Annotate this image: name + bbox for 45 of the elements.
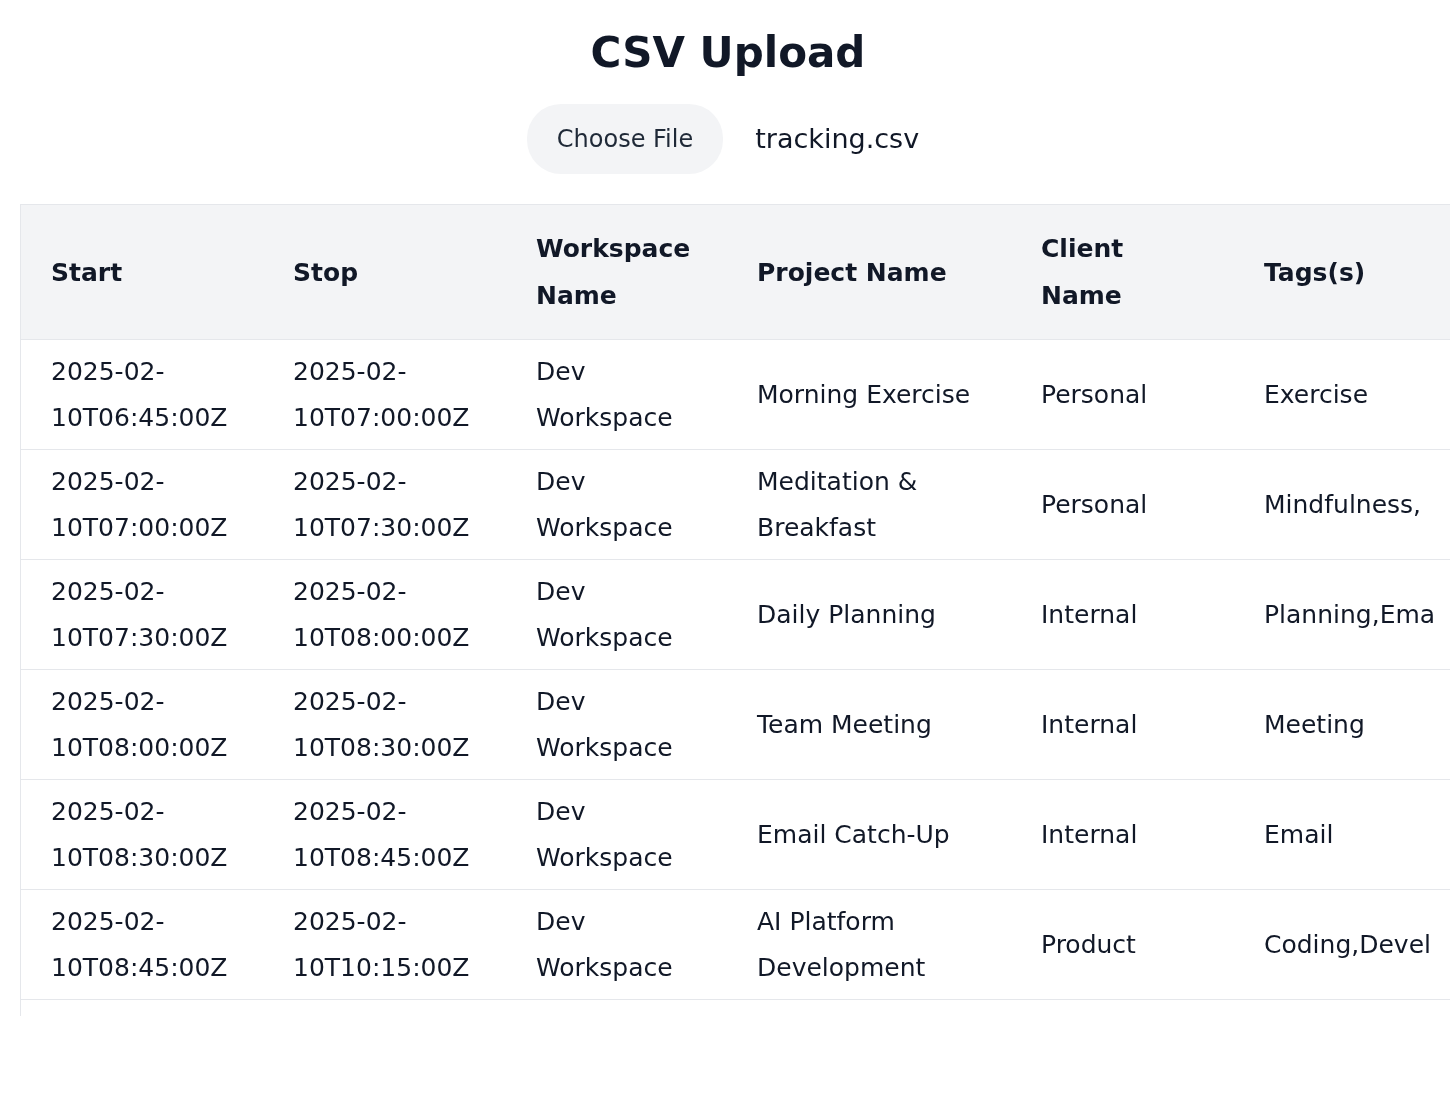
table-cell: Dev Workspace [536, 466, 673, 542]
table-cell: Personal [1041, 489, 1148, 519]
table-cell: AI Platform Development [757, 906, 926, 982]
table-cell: Planning,Ema [1264, 599, 1436, 629]
table-cell: 2025-02-10T08:30:00Z [293, 686, 470, 762]
table-cell: 2025-02-10T07:00:00Z [293, 356, 470, 432]
table-cell: 2025-02-10T07:00:00Z [51, 466, 228, 542]
table-cell: Product [1041, 929, 1136, 959]
table-cell: 2025-02-10T07:30:00Z [293, 466, 470, 542]
file-name: tracking.csv [755, 122, 920, 157]
table-cell: Personal [1041, 379, 1148, 409]
table-cell: 2025-02-10T06:45:00Z [51, 356, 228, 432]
table-cell: Internal [1041, 599, 1138, 629]
column-header: Workspace Name [536, 234, 691, 311]
column-header: Stop [293, 257, 359, 287]
table-cell: Daily Planning [757, 599, 936, 629]
table-cell: Meditation & Breakfast [757, 466, 918, 542]
table-cell: Team Meeting [757, 709, 932, 739]
column-header: Tags(s) [1264, 257, 1366, 287]
table-cell: Exercise [1264, 379, 1369, 409]
table-cell: Dev Workspace [536, 796, 673, 872]
table-cell: Meeting [1264, 709, 1365, 739]
column-header: Start [51, 257, 123, 287]
table-cell: Dev Workspace [536, 356, 673, 432]
table-cell: Email Catch-Up [757, 819, 950, 849]
table-cell: 2025-02-10T08:45:00Z [51, 906, 228, 982]
table-cell: Dev Workspace [536, 686, 673, 762]
table-cell: Internal [1041, 709, 1138, 739]
table-cell: Mindfulness, [1264, 489, 1422, 519]
column-header: Project Name [757, 257, 947, 287]
table-cell: 2025-02-10T08:30:00Z [51, 796, 228, 872]
column-header: Client Name [1041, 234, 1124, 311]
page-title: CSV Upload [589, 28, 867, 79]
table-cell: Coding,Devel [1264, 929, 1431, 959]
table-cell: Email [1264, 819, 1334, 849]
table-cell: 2025-02-10T08:00:00Z [293, 576, 470, 652]
table-cell: Morning Exercise [757, 379, 971, 409]
choose-file-button[interactable]: Choose File [526, 104, 724, 175]
table-cell: 2025-02-10T07:30:00Z [51, 576, 228, 652]
table-cell: Dev Workspace [536, 906, 673, 982]
table-cell: 2025-02-10T08:45:00Z [293, 796, 470, 872]
table-cell: Dev Workspace [536, 576, 673, 652]
table-cell: 2025-02-10T08:00:00Z [51, 686, 228, 762]
table-cell: Internal [1041, 819, 1138, 849]
table-cell: 2025-02-10T10:15:00Z [293, 906, 470, 982]
